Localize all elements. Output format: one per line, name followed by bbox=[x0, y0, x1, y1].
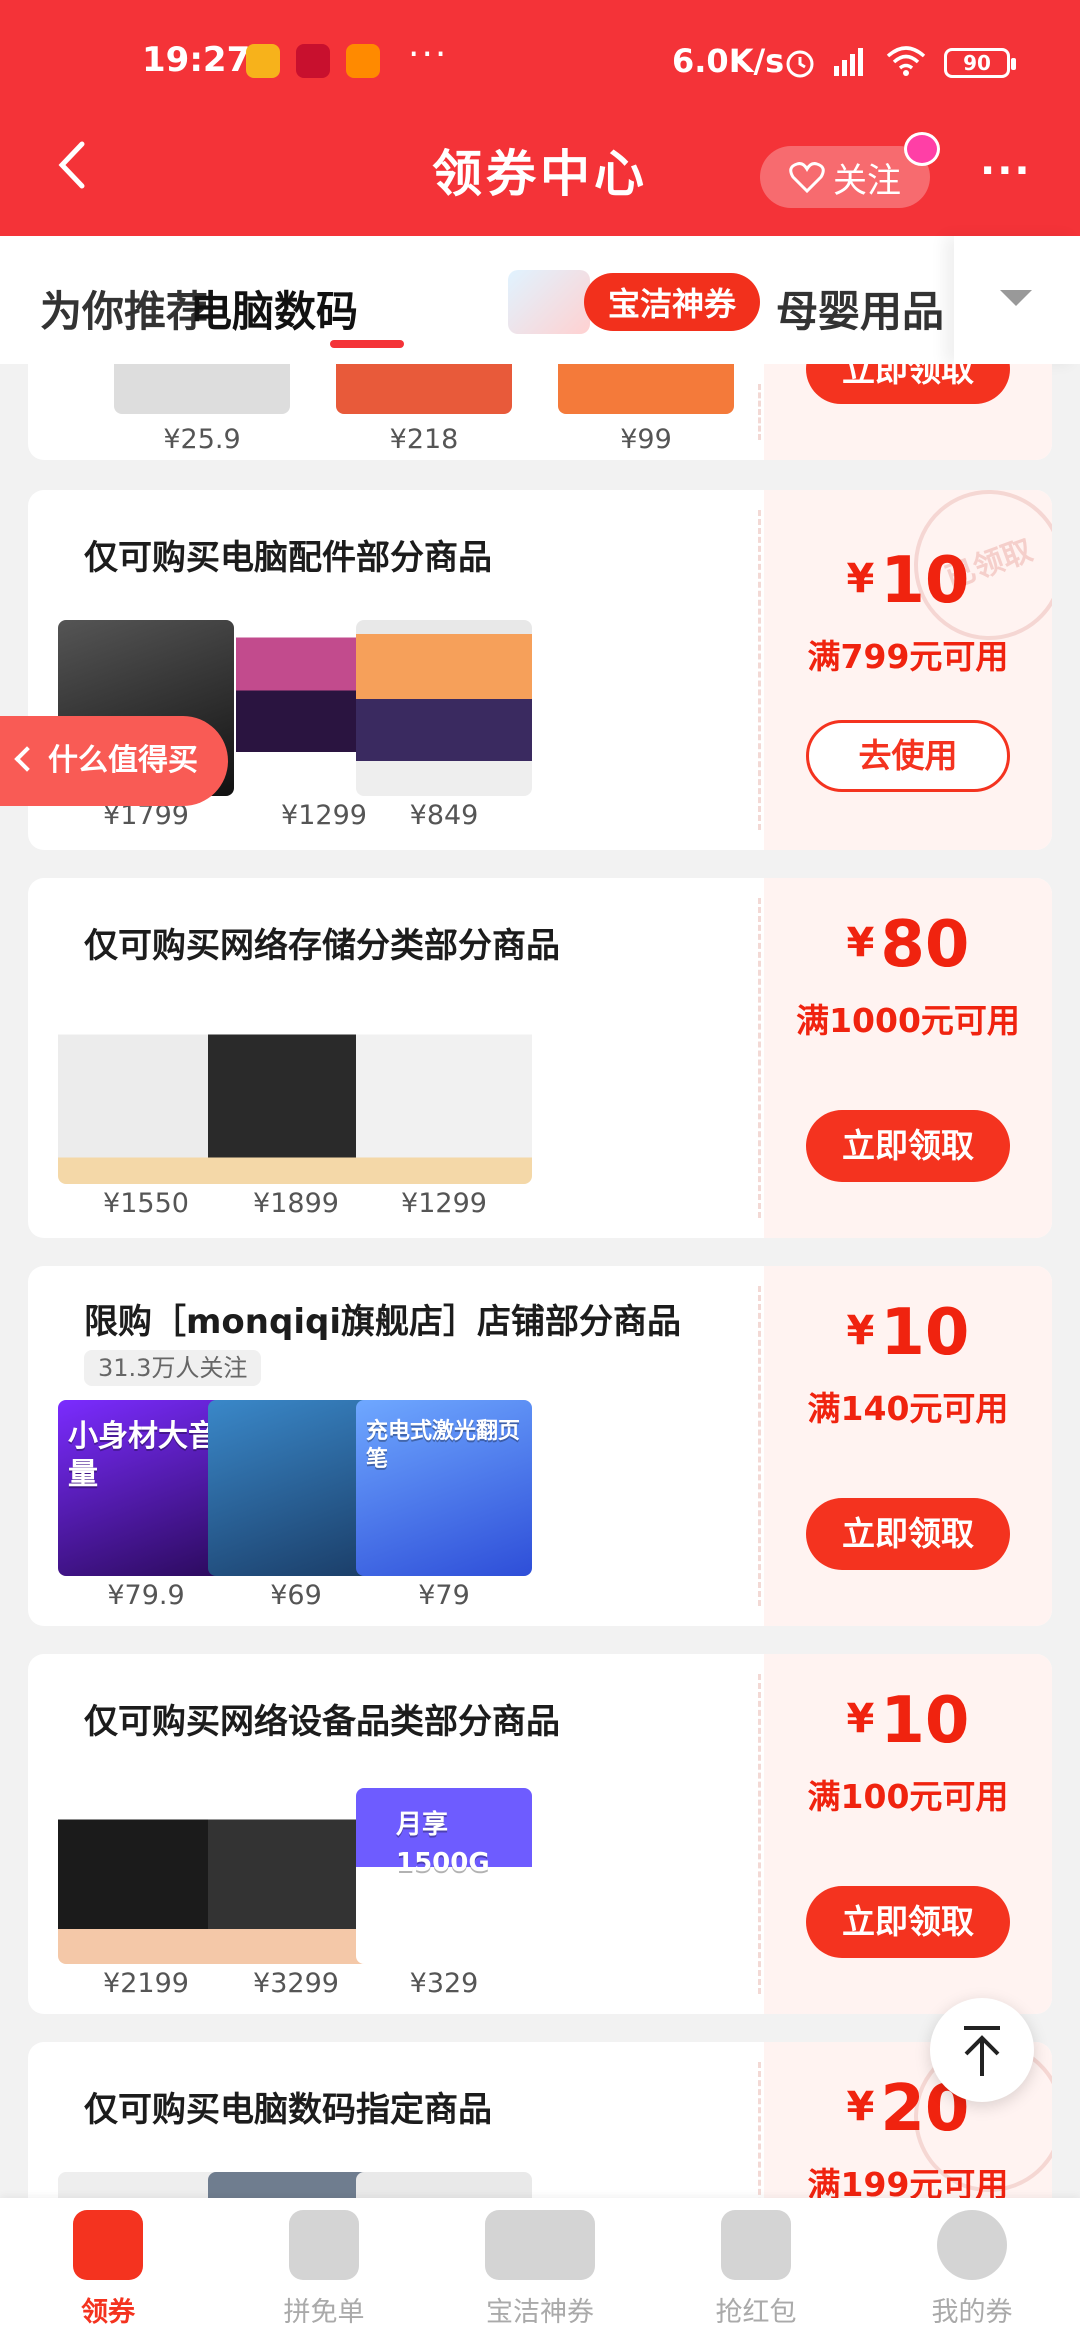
alarm-icon bbox=[786, 50, 814, 78]
coupon-condition: 满1000元可用 bbox=[796, 1001, 1020, 1040]
tab-mother-baby[interactable]: 母婴用品 bbox=[776, 278, 944, 339]
wifi-icon bbox=[886, 46, 926, 76]
coupon-amount: ¥10 bbox=[846, 1296, 970, 1370]
tab-computer-digital[interactable]: 电脑数码 bbox=[190, 278, 358, 339]
claim-button[interactable]: 立即领取 bbox=[806, 1110, 1010, 1182]
app-notification-icon bbox=[296, 44, 330, 78]
battery-icon: 90 bbox=[944, 48, 1016, 78]
back-to-top-button[interactable] bbox=[930, 1998, 1034, 2102]
coupon-card-partial: ¥25.9 ¥218 ¥99 立即领取 bbox=[28, 364, 1052, 460]
product-price: ¥25.9 bbox=[163, 424, 241, 455]
red-packet-icon bbox=[721, 2210, 791, 2280]
coupon-card: 仅可购买网络存储分类部分商品 ¥1550 ¥1899 ¥1299 ¥80 满10… bbox=[28, 878, 1052, 1238]
nav-free-order[interactable]: 拼免单 bbox=[244, 2210, 404, 2329]
heart-icon bbox=[789, 162, 825, 193]
nav-red-packet[interactable]: 抢红包 bbox=[676, 2210, 836, 2329]
coupon-title: 仅可购买网络设备品类部分商品 bbox=[84, 1702, 560, 1742]
product-item[interactable]: 充电式激光翻页笔 ¥79 bbox=[356, 1400, 532, 1611]
coupon-amount: ¥10 bbox=[846, 1684, 970, 1758]
product-price: ¥79 bbox=[418, 1580, 470, 1611]
claim-button[interactable]: 立即领取 bbox=[806, 1886, 1010, 1958]
pg-coupon-label: 宝洁神券 bbox=[584, 273, 761, 331]
user-icon bbox=[937, 2210, 1007, 2280]
product-image-text: 月享1500G bbox=[396, 1810, 490, 1878]
bottom-navigation: 领券 拼免单 宝洁神券 抢红包 我的券 bbox=[0, 2198, 1080, 2340]
nav-my-coupons[interactable]: 我的券 bbox=[892, 2210, 1052, 2329]
product-price: ¥218 bbox=[389, 424, 459, 455]
product-image: 月享1500G bbox=[356, 1788, 532, 1964]
signal-icon bbox=[834, 48, 863, 76]
coupon-icon bbox=[73, 2210, 143, 2280]
product-image bbox=[356, 1008, 532, 1184]
more-menu-button[interactable]: ··· bbox=[980, 148, 1032, 194]
product-image-text: 充电式激光翻页笔 bbox=[366, 1419, 521, 1472]
coupon-title: 限购［monqiqi旗舰店］店铺部分商品 bbox=[84, 1302, 681, 1342]
network-speed: 6.0K/s bbox=[672, 42, 785, 80]
follower-count: 31.3万人关注 bbox=[84, 1350, 262, 1386]
product-item[interactable]: ¥1299 bbox=[356, 1008, 532, 1219]
product-price: ¥329 bbox=[409, 1968, 479, 1999]
tab-pg-coupon[interactable]: 宝洁神券 bbox=[508, 270, 761, 334]
status-bar: 19:27 ··· 6.0K/s 90 bbox=[0, 0, 1080, 120]
follow-label: 关注 bbox=[833, 160, 901, 201]
tab-recommend[interactable]: 为你推荐 bbox=[40, 278, 208, 339]
tabs-dropdown-button[interactable] bbox=[954, 236, 1080, 364]
coupon-amount: ¥10 bbox=[846, 544, 970, 618]
shopping-app-icon bbox=[346, 44, 380, 78]
bottles-icon bbox=[485, 2210, 595, 2280]
coupon-title: 仅可购买电脑配件部分商品 bbox=[84, 538, 492, 578]
nav-coupons[interactable]: 领券 bbox=[28, 2210, 188, 2329]
category-tabs: 为你推荐 电脑数码 宝洁神券 母婴用品 bbox=[0, 236, 1080, 364]
product-price: ¥99 bbox=[620, 424, 672, 455]
active-tab-indicator bbox=[330, 340, 404, 348]
product-price: ¥1299 bbox=[401, 1188, 487, 1219]
product-item[interactable]: ¥849 bbox=[356, 620, 532, 831]
coupon-condition: 满100元可用 bbox=[807, 1777, 1009, 1816]
product-image bbox=[558, 364, 734, 414]
product-image bbox=[114, 364, 290, 414]
product-item[interactable]: ¥99 bbox=[558, 364, 734, 455]
product-image bbox=[356, 620, 532, 796]
product-item[interactable]: ¥218 bbox=[336, 364, 512, 455]
coupon-card: 限购［monqiqi旗舰店］店铺部分商品 31.3万人关注 小身材大音量 ¥79… bbox=[28, 1266, 1052, 1626]
worth-buying-button[interactable]: 什么值得买 bbox=[0, 716, 228, 806]
message-app-icon bbox=[246, 44, 280, 78]
coupon-amount: ¥80 bbox=[846, 908, 970, 982]
claim-button[interactable]: 立即领取 bbox=[806, 1498, 1010, 1570]
coupon-condition: 满140元可用 bbox=[807, 1389, 1009, 1428]
product-item[interactable]: 月享1500G ¥329 bbox=[356, 1788, 532, 1999]
free-order-icon bbox=[289, 2210, 359, 2280]
coupon-title: 仅可购买电脑数码指定商品 bbox=[84, 2090, 492, 2130]
header-bar: 19:27 ··· 6.0K/s 90 领券中心 关注 ··· bbox=[0, 0, 1080, 236]
coupon-title: 仅可购买网络存储分类部分商品 bbox=[84, 926, 560, 966]
product-item[interactable]: ¥25.9 bbox=[114, 364, 290, 455]
coupon-condition: 满799元可用 bbox=[807, 637, 1009, 676]
product-image: 充电式激光翻页笔 bbox=[356, 1400, 532, 1576]
product-price: ¥849 bbox=[409, 800, 479, 831]
coupon-card: 仅可购买网络设备品类部分商品 ¥2199 ¥3299 月享1500G ¥329 … bbox=[28, 1654, 1052, 2014]
claim-button[interactable]: 立即领取 bbox=[806, 364, 1010, 404]
product-image bbox=[336, 364, 512, 414]
more-notifications-icon: ··· bbox=[408, 34, 449, 75]
arrow-up-icon bbox=[964, 2026, 1000, 2076]
chevron-down-icon bbox=[1000, 290, 1032, 306]
gift-icon bbox=[904, 132, 940, 166]
status-time: 19:27 bbox=[142, 40, 251, 80]
nav-pg-coupon[interactable]: 宝洁神券 bbox=[460, 2210, 620, 2329]
use-coupon-button[interactable]: 去使用 bbox=[806, 720, 1010, 792]
pg-products-image bbox=[508, 270, 590, 334]
